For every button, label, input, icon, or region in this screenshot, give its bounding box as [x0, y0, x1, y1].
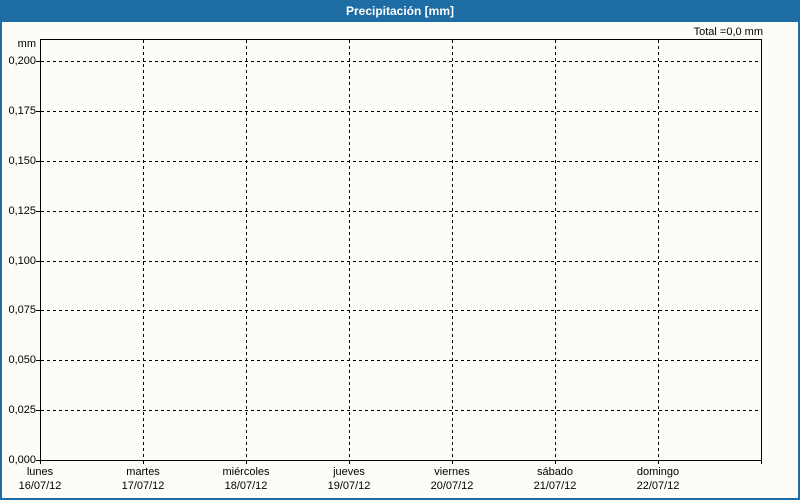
y-grid-line: [41, 410, 761, 411]
x-day-label: sábado: [536, 466, 574, 478]
y-axis-tick: [36, 360, 40, 361]
x-date-label: 17/07/12: [121, 480, 165, 492]
y-axis-tick: [36, 410, 40, 411]
x-grid-line: [143, 40, 144, 460]
y-grid-line: [41, 360, 761, 361]
y-tick-label: 0,175: [8, 105, 36, 117]
y-axis-tick: [36, 61, 40, 62]
x-grid-line: [452, 40, 453, 460]
x-date-label: 16/07/12: [18, 480, 62, 492]
x-axis-tick: [658, 461, 659, 464]
y-grid-line: [41, 61, 761, 62]
x-axis-tick: [349, 461, 350, 464]
chart-window: Precipitación [mm] Total =0,0 mm mm 0,20…: [0, 0, 800, 500]
x-grid-line: [658, 40, 659, 460]
x-axis-tick: [761, 461, 762, 464]
x-date-label: 18/07/12: [224, 480, 268, 492]
y-grid-line: [41, 310, 761, 311]
x-grid-line: [246, 40, 247, 460]
total-label: Total =0,0 mm: [693, 26, 763, 38]
x-day-label: viernes: [434, 466, 470, 478]
x-date-label: 20/07/12: [430, 480, 474, 492]
y-tick-label: 0,150: [8, 155, 36, 167]
y-axis-tick: [36, 111, 40, 112]
y-axis-tick: [36, 310, 40, 311]
x-date-label: 19/07/12: [327, 480, 371, 492]
x-axis-tick: [555, 461, 556, 464]
x-day-label: martes: [126, 466, 160, 478]
y-tick-label: 0,000: [8, 454, 36, 466]
x-axis-tick: [40, 461, 41, 464]
y-grid-line: [41, 161, 761, 162]
y-grid-line: [41, 261, 761, 262]
y-axis-tick: [36, 161, 40, 162]
y-grid-line: [41, 111, 761, 112]
x-axis-tick: [143, 461, 144, 464]
x-axis-tick: [452, 461, 453, 464]
page-title: Precipitación [mm]: [345, 4, 455, 18]
y-axis-tick: [36, 261, 40, 262]
y-axis-unit-label: mm: [17, 38, 36, 50]
x-axis-tick: [246, 461, 247, 464]
y-tick-label: 0,025: [8, 404, 36, 416]
x-date-label: 22/07/12: [636, 480, 680, 492]
y-tick-label: 0,125: [8, 205, 36, 217]
y-tick-label: 0,100: [8, 255, 36, 267]
x-date-label: 21/07/12: [533, 480, 577, 492]
plot-area: [40, 39, 762, 461]
x-day-label: domingo: [636, 466, 680, 478]
y-tick-label: 0,200: [8, 55, 36, 67]
y-tick-label: 0,050: [8, 354, 36, 366]
x-day-label: lunes: [26, 466, 54, 478]
x-grid-line: [349, 40, 350, 460]
y-tick-label: 0,075: [8, 304, 36, 316]
title-bar: Precipitación [mm]: [0, 0, 800, 22]
x-day-label: miércoles: [222, 466, 270, 478]
x-day-label: jueves: [333, 466, 365, 478]
x-grid-line: [555, 40, 556, 460]
y-grid-line: [41, 211, 761, 212]
y-axis-tick: [36, 211, 40, 212]
